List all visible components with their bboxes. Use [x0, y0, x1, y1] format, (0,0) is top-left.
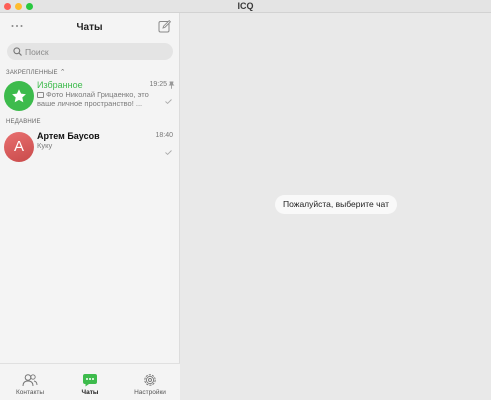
settings-icon — [144, 374, 156, 386]
tab-contacts[interactable]: Контакты — [0, 364, 60, 400]
tab-label: Контакты — [15, 389, 45, 396]
chat-time: 18:40 — [155, 132, 173, 139]
chat-last-message: Куку — [37, 141, 53, 150]
tab-label: Чаты — [81, 389, 99, 396]
select-chat-placeholder: Пожалуйста, выберите чат — [275, 195, 397, 214]
photo-icon — [37, 92, 44, 98]
avatar: А — [4, 132, 34, 162]
recent-section-label: НЕДАВНИЕ — [6, 119, 41, 125]
chat-name: Избранное — [37, 80, 83, 90]
search-icon — [13, 47, 22, 56]
tab-settings[interactable]: Настройки — [120, 364, 180, 400]
check-icon — [165, 99, 172, 104]
search-input[interactable] — [25, 43, 165, 60]
chat-name: Артем Баусов — [37, 131, 100, 141]
title-bar: ICQ — [0, 0, 491, 13]
chat-pane: Пожалуйста, выберите чат — [180, 13, 491, 400]
page-title: Чаты — [76, 22, 103, 33]
tab-bar: Контакты Чаты Настройки — [0, 363, 180, 400]
search-box — [7, 43, 173, 60]
window-title: ICQ — [237, 1, 254, 11]
chat-last-message: Фото Николай Грицаенко, это ваше личное … — [37, 90, 149, 108]
chat-item-favorites[interactable]: Избранное 19:25 Фото Николай Грицаенко, … — [0, 79, 180, 115]
chats-icon — [83, 374, 97, 387]
chat-item-artem[interactable]: А Артем Баусов 18:40 Куку — [0, 130, 180, 166]
check-icon — [165, 150, 172, 155]
tab-label: Настройки — [134, 389, 166, 396]
compose-icon[interactable] — [158, 20, 171, 33]
avatar — [4, 81, 34, 111]
pinned-section-header[interactable]: ЗАКРЕПЛЕННЫЕ ⌃ — [6, 68, 66, 76]
chevron-up-icon: ⌃ — [59, 69, 66, 76]
sidebar: Чаты ЗАКРЕПЛЕННЫЕ⌃ Избранное 19:25 Фото … — [0, 13, 180, 400]
pinned-section-label: ЗАКРЕПЛЕННЫЕ — [6, 70, 58, 76]
pin-icon — [168, 81, 175, 89]
star-icon — [12, 89, 26, 103]
contacts-icon — [22, 374, 38, 387]
chat-time: 19:25 — [149, 81, 167, 88]
recent-section-header: НЕДАВНИЕ — [6, 119, 41, 125]
tab-chats[interactable]: Чаты — [60, 364, 120, 400]
